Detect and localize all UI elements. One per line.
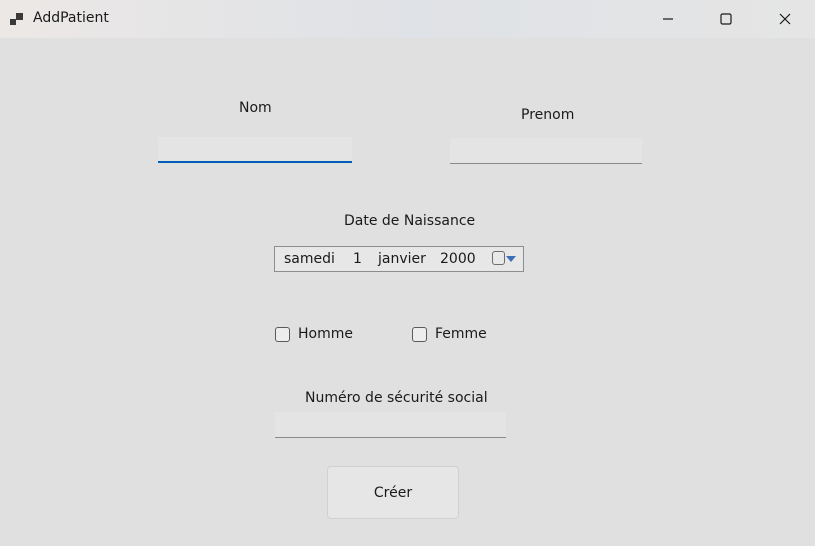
dropdown-arrow-icon[interactable] [506,256,516,263]
calendar-icon[interactable] [492,251,505,265]
date-naissance-picker[interactable]: samedi 1 janvier 2000 [274,246,524,272]
creer-button[interactable]: Créer [327,466,459,519]
femme-checkbox[interactable]: Femme [412,325,487,343]
date-month[interactable]: janvier [378,251,426,267]
minimize-button[interactable] [645,0,691,38]
close-button[interactable] [762,0,808,38]
femme-checkbox-box[interactable] [412,326,427,342]
femme-label[interactable]: Femme [435,326,487,342]
window-title: AddPatient [33,10,109,26]
date-day[interactable]: 1 [353,251,362,267]
homme-checkbox[interactable]: Homme [275,325,353,343]
numero-secu-input[interactable] [275,412,506,438]
maximize-button[interactable] [703,0,749,38]
app-form-icon [10,13,23,25]
title-bar[interactable]: AddPatient [0,0,815,38]
close-icon [779,13,791,25]
minimize-icon [663,18,673,20]
maximize-icon [720,13,732,25]
homme-checkbox-box[interactable] [275,326,290,342]
numero-secu-label: Numéro de sécurité social [305,390,488,406]
addpatient-window: AddPatient Nom Prenom Date de Naissance … [0,0,815,546]
nom-label: Nom [239,100,272,116]
homme-label[interactable]: Homme [298,326,353,342]
nom-input[interactable] [158,137,352,163]
date-day-name[interactable]: samedi [284,251,335,267]
date-naissance-label: Date de Naissance [344,213,476,229]
date-year[interactable]: 2000 [440,251,476,267]
prenom-label: Prenom [521,107,575,123]
prenom-input[interactable] [450,138,642,164]
